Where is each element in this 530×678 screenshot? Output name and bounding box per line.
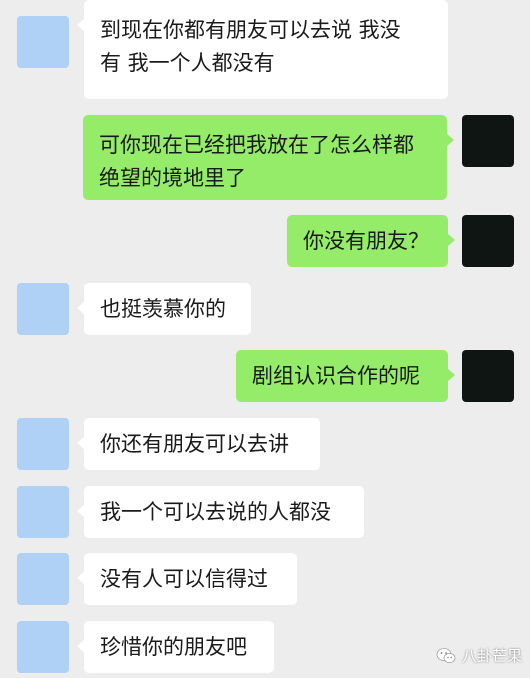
message-text: 你没有朋友？ — [303, 228, 429, 253]
message-text-line: 有 我一个人都没有 — [100, 51, 275, 75]
chat-view: 到现在你都有朋友可以去说 我没 有 我一个人都没有 可你现在已经把我放在了怎么样… — [0, 0, 530, 678]
watermark-text: 八卦芒果 — [462, 647, 523, 665]
contact-avatar[interactable] — [17, 553, 69, 605]
message-text: 我一个可以去说的人都没 — [100, 499, 331, 524]
message-text: 珍惜你的朋友吧 — [100, 634, 247, 659]
message-bubble-outgoing[interactable]: 剧组认识合作的呢 — [236, 350, 455, 402]
contact-avatar[interactable] — [17, 486, 69, 538]
message-text: 你还有朋友可以去讲 — [100, 431, 289, 456]
message-text-line: 可你现在已经把我放在了怎么样都 — [99, 133, 414, 157]
message-text: 剧组认识合作的呢 — [252, 363, 420, 388]
message-text: 也挺羡慕你的 — [100, 296, 226, 321]
message-bubble-outgoing[interactable]: 可你现在已经把我放在了怎么样都 绝望的境地里了 — [83, 115, 454, 200]
wechat-icon — [436, 647, 456, 663]
user-avatar[interactable] — [462, 115, 514, 167]
user-avatar[interactable] — [462, 215, 514, 267]
message-bubble-incoming[interactable]: 我一个可以去说的人都没 — [77, 486, 364, 538]
message-bubble-incoming[interactable]: 你还有朋友可以去讲 — [77, 418, 320, 470]
contact-avatar[interactable] — [17, 418, 69, 470]
message-bubble-incoming[interactable]: 珍惜你的朋友吧 — [77, 621, 274, 673]
message-text-line: 绝望的境地里了 — [99, 166, 246, 190]
watermark: 八卦芒果 — [436, 645, 522, 666]
contact-avatar[interactable] — [17, 283, 69, 335]
user-avatar[interactable] — [462, 350, 514, 402]
contact-avatar[interactable] — [17, 16, 69, 68]
message-bubble-outgoing[interactable]: 你没有朋友？ — [287, 215, 455, 267]
contact-avatar[interactable] — [17, 621, 69, 673]
message-text: 没有人可以信得过 — [100, 566, 268, 591]
message-bubble-incoming[interactable]: 没有人可以信得过 — [77, 553, 297, 605]
message-bubble-incoming[interactable]: 到现在你都有朋友可以去说 我没 有 我一个人都没有 — [77, 0, 448, 99]
message-text-line: 到现在你都有朋友可以去说 我没 — [100, 18, 401, 42]
message-bubble-incoming[interactable]: 也挺羡慕你的 — [77, 283, 251, 335]
